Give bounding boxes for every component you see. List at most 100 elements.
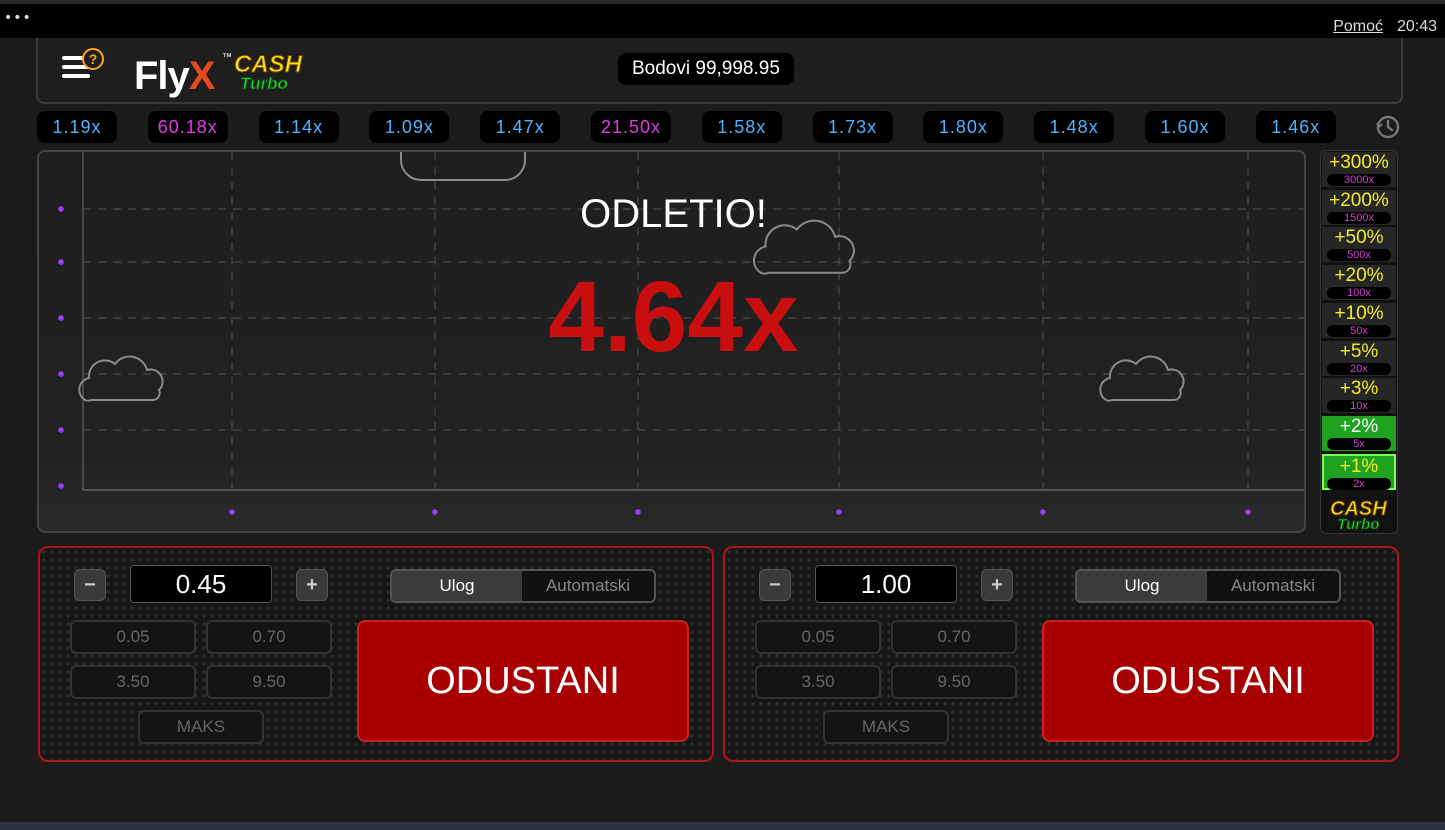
max-bet-button[interactable]: MAKS — [138, 710, 264, 744]
ladder-logo-turbo: Turbo — [1337, 516, 1380, 533]
axis-dot — [58, 427, 64, 433]
history-multiplier: 1.14x — [258, 111, 339, 143]
help-question-icon: ? — [82, 48, 104, 70]
axis-dot — [635, 509, 641, 515]
crash-multiplier: 4.64x — [548, 261, 799, 373]
cloud-icon — [400, 152, 526, 181]
history-multiplier: 1.58x — [701, 111, 782, 143]
axis-dot — [58, 483, 64, 489]
history-clock-icon[interactable] — [1375, 114, 1401, 140]
ladder-cash-turbo-logo: CASH Turbo — [1330, 499, 1388, 533]
ladder-step-percent: +300% — [1329, 152, 1389, 173]
ladder-step-multiplier: 100x — [1327, 287, 1391, 300]
quick-bet-button[interactable]: 0.05 — [70, 620, 196, 654]
ladder-step-multiplier: 2x — [1327, 477, 1391, 490]
ladder-step-multiplier: 50x — [1327, 324, 1391, 337]
ladder-step-percent: +2% — [1339, 415, 1379, 437]
tab-auto[interactable]: Automatski — [522, 571, 654, 601]
history-multiplier: 21.50x — [591, 111, 671, 143]
ladder-step-percent: +3% — [1339, 378, 1379, 400]
tab-auto[interactable]: Automatski — [1207, 571, 1339, 601]
hamburger-icon-line — [62, 74, 90, 78]
game-area: ODLETIO! 4.64x — [37, 150, 1306, 533]
browser-topbar: ••• Pomoć 20:43 — [0, 0, 1445, 38]
ladder-step-percent: +5% — [1339, 340, 1379, 362]
tab-bet[interactable]: Ulog — [392, 571, 522, 601]
history-multiplier: 1.48x — [1034, 111, 1115, 143]
ladder-step-percent: +1% — [1339, 455, 1379, 477]
axis-dot — [1040, 509, 1046, 515]
bet-panel-2: − 1.00 + Ulog Automatski 0.05 0.70 3.50 … — [723, 546, 1399, 762]
logo-trademark: ™ — [222, 52, 232, 63]
ladder-step-percent: +50% — [1334, 227, 1384, 249]
menu-button[interactable]: ? — [62, 48, 106, 86]
increase-bet-button[interactable]: + — [981, 569, 1013, 601]
quick-bet-button[interactable]: 9.50 — [891, 665, 1017, 699]
bet-panel-1: − 0.45 + Ulog Automatski 0.05 0.70 3.50 … — [38, 546, 714, 762]
increase-bet-button[interactable]: + — [296, 569, 328, 601]
history-multiplier: 60.18x — [147, 111, 228, 143]
logo-fly: Fly — [134, 54, 190, 98]
ladder-step: +5% 20x — [1322, 340, 1396, 377]
history-multiplier: 1.19x — [37, 111, 117, 143]
ladder-step-percent: +200% — [1329, 189, 1389, 211]
ladder-step-multiplier: 20x — [1327, 362, 1391, 375]
cash-turbo-logo: CASH Turbo — [233, 51, 303, 93]
ladder-step: +300% 3000x — [1322, 152, 1396, 188]
clock: 20:43 — [1396, 18, 1437, 35]
ladder-step-percent: +20% — [1334, 265, 1384, 287]
logo-cash: CASH — [233, 51, 303, 78]
quick-bet-button[interactable]: 0.70 — [891, 620, 1017, 654]
ladder-step-multiplier: 3000x — [1327, 174, 1391, 186]
bet-mode-tabs: Ulog Automatski — [1075, 569, 1341, 603]
ladder-step: +1% 2x — [1322, 453, 1396, 490]
ladder-step: +2% 5x — [1322, 415, 1396, 452]
quick-bet-button[interactable]: 0.70 — [206, 620, 332, 654]
max-bet-button[interactable]: MAKS — [823, 710, 949, 744]
ladder-step: +3% 10x — [1322, 378, 1396, 415]
axis-dot — [1245, 509, 1251, 515]
ladder-step-multiplier: 500x — [1327, 249, 1391, 262]
quick-bet-button[interactable]: 3.50 — [755, 665, 881, 699]
game-window: ••• Pomoć 20:43 ? FlyX ™ CASH Turbo Bodo… — [0, 0, 1445, 830]
ladder-step-multiplier: 5x — [1327, 437, 1391, 450]
history-multiplier: 1.47x — [480, 111, 561, 143]
quick-bet-button[interactable]: 3.50 — [70, 665, 196, 699]
ladder-step-multiplier: 10x — [1327, 400, 1391, 413]
game-header: ? FlyX ™ CASH Turbo Bodovi 99,998.95 — [36, 38, 1403, 104]
tab-bet[interactable]: Ulog — [1077, 571, 1207, 601]
history-multiplier: 1.46x — [1255, 111, 1336, 143]
more-options-icon[interactable]: ••• — [4, 10, 32, 26]
axis-dot — [836, 509, 842, 515]
axis-dot — [229, 509, 235, 515]
ladder-step: +50% 500x — [1322, 227, 1396, 264]
bet-amount-input[interactable]: 1.00 — [815, 565, 957, 603]
logo-text: FlyX — [134, 54, 216, 99]
round-status: ODLETIO! — [580, 192, 767, 236]
quick-bet-button[interactable]: 9.50 — [206, 665, 332, 699]
taskbar-strip — [0, 822, 1445, 830]
axis-dot — [432, 509, 438, 515]
ladder-step: +20% 100x — [1322, 265, 1396, 302]
balance-display: Bodovi 99,998.95 — [618, 53, 794, 85]
history-multiplier: 1.80x — [923, 111, 1004, 143]
logo-turbo: Turbo — [239, 74, 288, 93]
history-multiplier: 1.09x — [369, 111, 450, 143]
turbo-ladder: CASH Turbo +300% 3000x +200% 1500x +50% 500x +… — [1320, 150, 1398, 534]
cancel-button[interactable]: ODUSTANI — [1042, 620, 1374, 742]
quick-bet-button[interactable]: 0.05 — [755, 620, 881, 654]
decrease-bet-button[interactable]: − — [759, 569, 791, 601]
logo-x: X — [188, 54, 216, 98]
bet-amount-input[interactable]: 0.45 — [130, 565, 272, 603]
ladder-step: +10% 50x — [1322, 302, 1396, 339]
ladder-step: +200% 1500x — [1322, 189, 1396, 226]
history-multiplier: 1.60x — [1145, 111, 1225, 143]
history-multiplier: 1.73x — [812, 111, 893, 143]
decrease-bet-button[interactable]: − — [74, 569, 106, 601]
bet-mode-tabs: Ulog Automatski — [390, 569, 656, 603]
help-link[interactable]: Pomoć — [1333, 18, 1383, 36]
cancel-button[interactable]: ODUSTANI — [357, 620, 689, 742]
ladder-step-multiplier: 1500x — [1327, 211, 1391, 224]
multiplier-history: 1.19x 60.18x 1.14x 1.09x 1.47x 21.50x 1.58x 1.7… — [36, 111, 1403, 143]
ladder-step-percent: +10% — [1334, 302, 1384, 324]
